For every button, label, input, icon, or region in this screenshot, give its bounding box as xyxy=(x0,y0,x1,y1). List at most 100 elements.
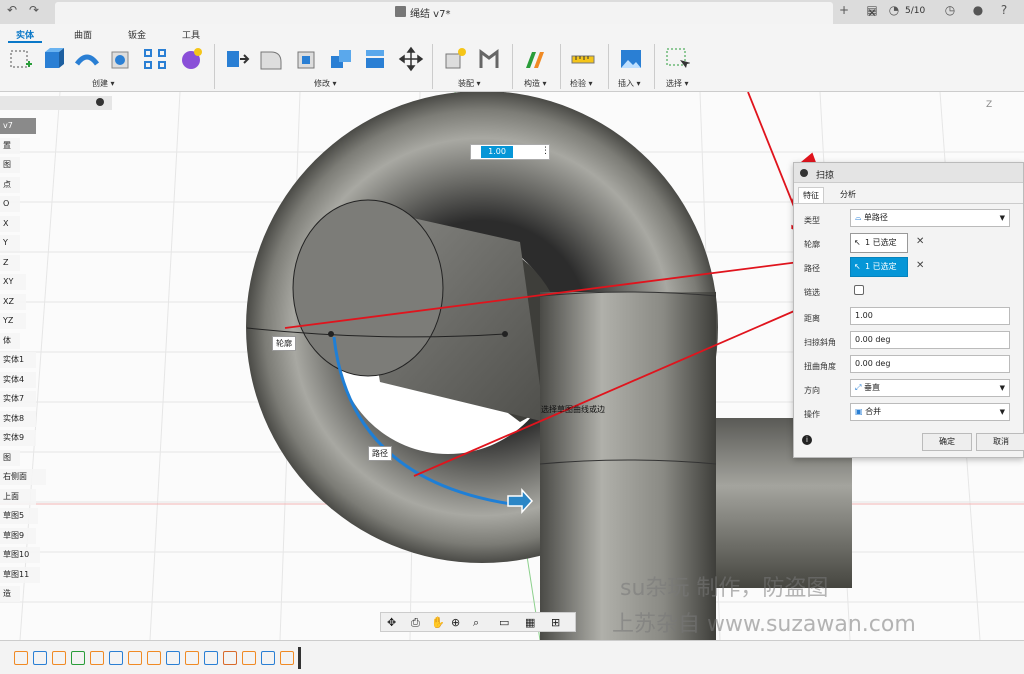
job-status-count[interactable]: 5/10 xyxy=(905,6,925,16)
browser-item[interactable]: 体 xyxy=(0,332,20,349)
undo-icon[interactable]: ↶ xyxy=(4,3,20,19)
new-component-icon[interactable] xyxy=(442,46,468,72)
tab-tools[interactable]: 工具 xyxy=(182,28,200,41)
path-selector[interactable]: ↖ 1 已选定 xyxy=(850,257,908,277)
measure-icon[interactable] xyxy=(570,46,596,72)
group-create[interactable]: 创建 ▾ xyxy=(92,78,115,89)
timeline-feature-icon[interactable] xyxy=(280,651,294,665)
info-icon[interactable]: i xyxy=(802,435,812,445)
group-modify[interactable]: 修改 ▾ xyxy=(314,78,337,89)
timeline-feature-icon[interactable] xyxy=(204,651,218,665)
browser-item[interactable]: 造 xyxy=(0,586,20,602)
group-insert[interactable]: 插入 ▾ xyxy=(618,78,641,89)
timeline-feature-icon[interactable] xyxy=(52,651,66,665)
orientation-select[interactable]: ⤢ 垂直 ▼ xyxy=(850,379,1010,397)
browser-item[interactable]: 实体9 xyxy=(0,430,36,446)
browser-item[interactable]: 草图5 xyxy=(0,508,38,524)
help-icon[interactable]: ? xyxy=(996,3,1012,19)
browser-item[interactable]: Z xyxy=(0,254,20,271)
timeline-feature-icon[interactable] xyxy=(166,651,180,665)
browser-item[interactable]: 置 xyxy=(0,137,20,154)
zoom-window-icon[interactable]: ⊕ xyxy=(451,616,460,629)
tab-analysis[interactable]: 分析 xyxy=(836,187,860,203)
orbit-icon[interactable]: ✥ xyxy=(387,616,396,629)
create-sketch-icon[interactable] xyxy=(8,46,34,72)
move-icon[interactable] xyxy=(398,46,424,72)
timeline-feature-icon[interactable] xyxy=(33,651,47,665)
clock-icon[interactable]: ◷ xyxy=(942,3,958,19)
browser-item[interactable]: 草图9 xyxy=(0,527,36,544)
timeline-feature-icon[interactable] xyxy=(90,651,104,665)
offset-plane-icon[interactable] xyxy=(522,46,548,72)
job-status-icon[interactable]: ◔ xyxy=(886,3,902,19)
browser-item[interactable]: X xyxy=(0,215,20,232)
ok-button[interactable]: 确定 xyxy=(922,433,972,451)
group-inspect[interactable]: 检验 ▾ xyxy=(570,78,593,89)
timeline-feature-icon[interactable] xyxy=(242,651,256,665)
browser-item[interactable]: O xyxy=(0,196,20,212)
tab-solid[interactable]: 实体 xyxy=(16,28,34,41)
offset-face-icon[interactable] xyxy=(362,46,388,72)
hole-icon[interactable] xyxy=(108,46,134,72)
zoom-icon[interactable]: ⌕ xyxy=(473,616,479,630)
viewports-icon[interactable]: ⊞ xyxy=(551,616,560,629)
profile-icon[interactable]: ● xyxy=(970,3,986,19)
collapse-icon[interactable] xyxy=(800,169,808,177)
taper-input[interactable]: 0.00 deg xyxy=(850,331,1010,349)
combine-icon[interactable] xyxy=(328,46,354,72)
profile-circle[interactable] xyxy=(292,199,444,377)
create-form-icon[interactable] xyxy=(178,46,204,72)
distance-input[interactable]: 1.00 xyxy=(850,307,1010,325)
timeline-feature-icon[interactable] xyxy=(223,651,237,665)
browser-item[interactable]: 实体1 xyxy=(0,352,36,368)
browser-item[interactable]: 点 xyxy=(0,176,20,193)
timeline-feature-icon[interactable] xyxy=(147,651,161,665)
comment-icon[interactable]: ▤ xyxy=(864,3,880,19)
tab-surface[interactable]: 曲面 xyxy=(74,28,92,41)
select-icon[interactable] xyxy=(664,46,690,72)
timeline-feature-icon[interactable] xyxy=(109,651,123,665)
browser-item[interactable]: Y xyxy=(0,235,20,251)
chain-checkbox[interactable] xyxy=(854,285,864,295)
pattern-icon[interactable] xyxy=(142,46,168,72)
timeline-feature-icon[interactable] xyxy=(185,651,199,665)
timeline-feature-icon[interactable] xyxy=(128,651,142,665)
redo-icon[interactable]: ↷ xyxy=(26,3,42,19)
group-select[interactable]: 选择 ▾ xyxy=(666,78,689,89)
shell-icon[interactable] xyxy=(294,46,320,72)
dimension-input[interactable]: 1.00 xyxy=(481,146,513,158)
new-tab-icon[interactable]: + xyxy=(836,3,852,19)
look-at-icon[interactable]: ⎙ xyxy=(411,616,420,630)
browser-item[interactable]: 上面 xyxy=(0,488,36,505)
display-settings-icon[interactable]: ▭ xyxy=(499,616,509,629)
profile-selector[interactable]: ↖ 1 已选定 xyxy=(850,233,908,253)
more-options-icon[interactable]: ⋮ xyxy=(541,146,550,156)
cancel-button[interactable]: 取消 xyxy=(976,433,1024,451)
browser-item[interactable]: 草图11 xyxy=(0,566,40,583)
grid-settings-icon[interactable]: ▦ xyxy=(525,616,535,629)
clear-profile-icon[interactable]: ✕ xyxy=(916,236,924,247)
browser-item[interactable]: 图 xyxy=(0,157,20,173)
revolve-icon[interactable] xyxy=(74,46,100,72)
browser-item[interactable]: XY xyxy=(0,274,26,290)
group-assemble[interactable]: 装配 ▾ xyxy=(458,78,481,89)
dimension-box[interactable]: 1.00 ⋮ xyxy=(470,144,550,160)
browser-item[interactable]: 实体4 xyxy=(0,371,36,388)
browser-item[interactable]: 草图10 xyxy=(0,547,40,563)
tab-sheetmetal[interactable]: 钣金 xyxy=(128,28,146,41)
browser-item[interactable]: 实体7 xyxy=(0,391,36,407)
collapse-icon[interactable] xyxy=(96,98,104,106)
insert-image-icon[interactable] xyxy=(618,46,644,72)
timeline-feature-icon[interactable] xyxy=(261,651,275,665)
browser-item[interactable]: XZ xyxy=(0,293,26,310)
browser-item[interactable]: YZ xyxy=(0,313,26,329)
extrude-icon[interactable] xyxy=(40,46,66,72)
browser-item[interactable]: 实体8 xyxy=(0,410,36,427)
timeline-marker[interactable] xyxy=(298,647,301,669)
fillet-icon[interactable] xyxy=(258,46,284,72)
browser-item[interactable]: 右侧面 xyxy=(0,469,46,485)
operation-select[interactable]: ▣ 合并 ▼ xyxy=(850,403,1010,421)
timeline-feature-icon[interactable] xyxy=(14,651,28,665)
pan-icon[interactable]: ✋ xyxy=(431,616,445,629)
press-pull-icon[interactable] xyxy=(224,46,250,72)
